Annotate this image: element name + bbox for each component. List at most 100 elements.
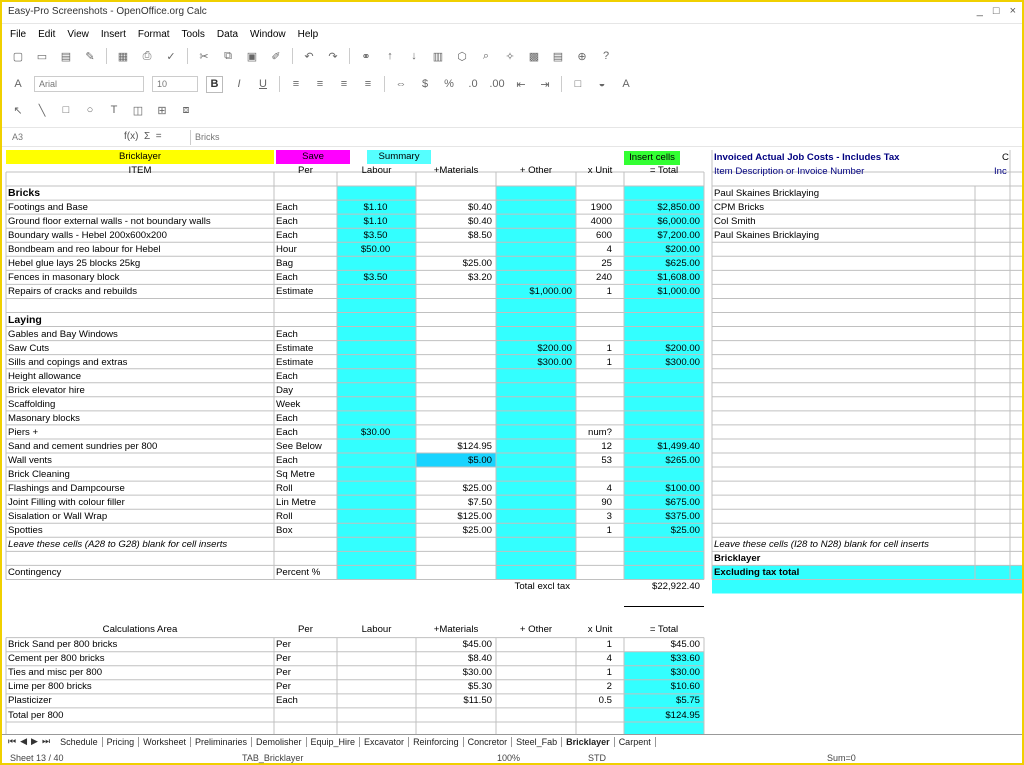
first-sheet-icon[interactable]: ⏮ [8,736,16,747]
sheet-tab[interactable]: Equip_Hire [307,736,361,747]
other-cell[interactable] [496,328,574,342]
labour-cell[interactable]: $1.10 [337,201,414,215]
labour-cell[interactable]: $50.00 [337,243,414,257]
function-wizard-icon[interactable]: f(x) Σ = [124,131,162,142]
font-name-box[interactable]: Arial [34,76,144,92]
other-cell[interactable] [496,454,574,468]
total-cell[interactable]: $375.00 [624,510,702,524]
item-cell[interactable]: Boundary walls - Hebel 200x600x200 [6,229,274,243]
per-cell[interactable]: Each [274,370,337,384]
decimal-add-icon[interactable]: .0 [465,76,481,92]
item-cell[interactable]: Sisalation or Wall Wrap [6,510,274,524]
hyperlink-icon[interactable]: ⚭ [358,48,374,64]
item-cell[interactable]: Wall vents [6,454,274,468]
total-cell[interactable]: $300.00 [624,356,702,370]
labour-cell[interactable] [337,680,414,694]
labour-cell[interactable] [337,468,414,482]
maximize-button[interactable]: □ [993,5,1000,17]
gallery-icon[interactable]: ▩ [526,48,542,64]
labour-cell[interactable]: $1.10 [337,215,414,229]
summary-button[interactable]: Summary [367,150,431,164]
other-cell[interactable] [496,257,574,271]
other-cell[interactable] [496,398,574,412]
zoom-level[interactable]: 100% [497,753,520,763]
labour-cell[interactable] [337,328,414,342]
other-cell[interactable] [496,370,574,384]
materials-cell[interactable]: $8.40 [416,652,494,666]
item-cell[interactable]: Gables and Bay Windows [6,328,274,342]
item-cell[interactable]: Bondbeam and reo labour for Hebel [6,243,274,257]
per-cell[interactable]: Hour [274,243,337,257]
unit-cell[interactable]: 600 [576,229,614,243]
materials-cell[interactable] [416,384,494,398]
materials-cell[interactable]: $5.30 [416,680,494,694]
per-cell[interactable]: Each [274,426,337,440]
find-icon[interactable]: ⌕ [478,48,494,64]
spellcheck-icon[interactable]: ✓ [163,48,179,64]
item-cell[interactable]: Sills and copings and extras [6,356,274,370]
item-cell[interactable]: Brick elevator hire [6,384,274,398]
copy-icon[interactable]: ⧉ [220,48,236,64]
total-cell[interactable]: $200.00 [624,342,702,356]
unit-cell[interactable] [576,468,614,482]
item-cell[interactable]: Spotties [6,524,274,538]
labour-cell[interactable] [337,694,414,708]
item-cell[interactable]: Masonary blocks [6,412,274,426]
save-icon[interactable]: ▤ [58,48,74,64]
unit-cell[interactable] [576,370,614,384]
total-excl-label[interactable]: Total excl tax [472,580,572,594]
item-cell[interactable]: Joint Filling with colour filler [6,496,274,510]
total-cell[interactable]: $675.00 [624,496,702,510]
materials-cell[interactable]: $11.50 [416,694,494,708]
callout-icon[interactable]: ◫ [130,102,146,118]
format-paintbrush-icon[interactable]: ✐ [268,48,284,64]
labour-cell[interactable] [337,496,414,510]
materials-cell[interactable] [416,342,494,356]
header-other[interactable]: + Other [496,164,576,178]
labour-cell[interactable] [337,412,414,426]
sum-icon[interactable]: Σ [144,131,150,142]
unit-cell[interactable]: 12 [576,440,614,454]
header-total[interactable]: = Total [624,164,704,178]
labour-cell[interactable] [337,384,414,398]
total-cell[interactable] [624,412,702,426]
spreadsheet-grid[interactable]: Bricklayer Save Summary Insert cells ITEM Per… [2,150,1022,734]
total-cell[interactable]: $265.00 [624,454,702,468]
invoice-row[interactable]: Paul Skaines Bricklaying [712,187,974,201]
font-color-icon[interactable]: A [618,76,634,92]
item-cell[interactable]: Hebel glue lays 25 blocks 25kg [6,257,274,271]
bricklayer-header[interactable]: Bricklayer [6,150,274,164]
menu-insert[interactable]: Insert [101,29,126,40]
materials-cell[interactable] [416,468,494,482]
unit-cell[interactable]: 4000 [576,215,614,229]
total-cell[interactable]: $100.00 [624,482,702,496]
name-box[interactable]: A3 [8,130,108,145]
sheet-tab[interactable]: Pricing [103,736,140,747]
calc-header[interactable]: + Other [496,623,576,637]
item-cell[interactable]: Scaffolding [6,398,274,412]
materials-cell[interactable] [416,412,494,426]
per-cell[interactable]: Bag [274,257,337,271]
per-cell[interactable]: Estimate [274,342,337,356]
invoice-excluding[interactable]: Excluding tax total [712,566,974,580]
unit-cell[interactable]: 1 [576,342,614,356]
item-cell[interactable]: Saw Cuts [6,342,274,356]
materials-cell[interactable]: $0.40 [416,201,494,215]
per-cell[interactable]: Estimate [274,285,337,299]
total-cell[interactable]: $625.00 [624,257,702,271]
per-cell[interactable]: Per [274,666,337,680]
sheet-tab[interactable]: Demolisher [252,736,307,747]
total-cell[interactable]: $7,200.00 [624,229,702,243]
prev-sheet-icon[interactable]: ◀ [20,736,27,747]
per-cell[interactable]: Estimate [274,356,337,370]
sheet-tab[interactable]: Worksheet [139,736,191,747]
total-cell[interactable]: $200.00 [624,243,702,257]
item-cell[interactable]: Cement per 800 bricks [6,652,274,666]
invoiced-col2-sub[interactable]: Inc [992,165,1020,179]
calc-header[interactable]: Labour [337,623,416,637]
calc-header[interactable]: Per [274,623,337,637]
labour-cell[interactable] [337,285,414,299]
unit-cell[interactable]: 1 [576,356,614,370]
other-cell[interactable] [496,243,574,257]
save-button[interactable]: Save [276,150,350,164]
